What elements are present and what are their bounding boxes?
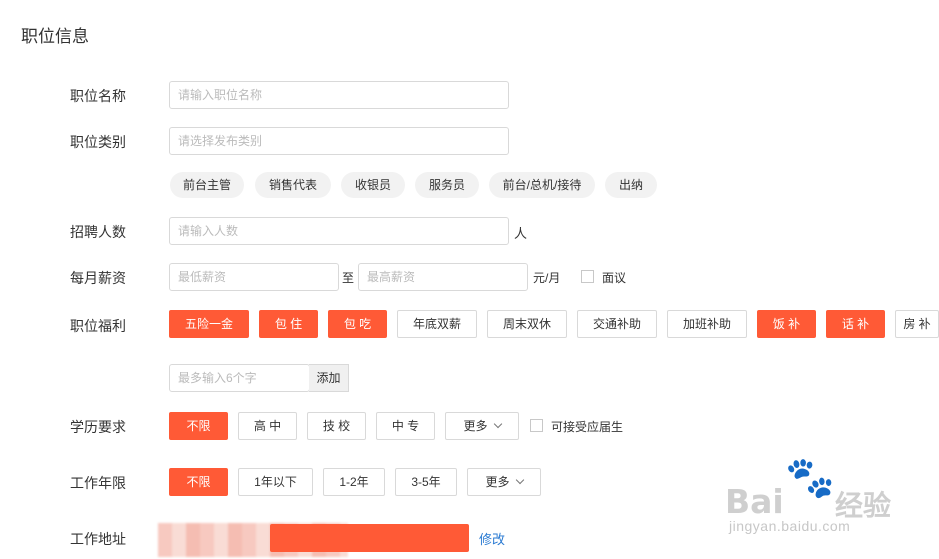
category-suggestion[interactable]: 收银员 bbox=[341, 172, 405, 198]
page-title: 职位信息 bbox=[21, 27, 89, 46]
education-more-label: 更多 bbox=[463, 419, 488, 433]
welfare-tag-weekends-off[interactable]: 周末双休 bbox=[487, 310, 567, 338]
experience-option-3-5[interactable]: 3-5年 bbox=[395, 468, 457, 496]
education-option-vocational[interactable]: 中 专 bbox=[376, 412, 435, 440]
label-address: 工作地址 bbox=[70, 531, 126, 547]
job-name-input[interactable]: 请输入职位名称 bbox=[169, 81, 509, 109]
experience-option-1-2[interactable]: 1-2年 bbox=[323, 468, 385, 496]
welfare-tag-phone-allowance[interactable]: 话 补 bbox=[826, 310, 885, 338]
welfare-tag-meal-allowance[interactable]: 饭 补 bbox=[757, 310, 816, 338]
fresh-grad-label: 可接受应届生 bbox=[551, 420, 624, 434]
education-option-any[interactable]: 不限 bbox=[169, 412, 228, 440]
negotiable-label: 面议 bbox=[602, 271, 627, 285]
label-job-category: 职位类别 bbox=[70, 134, 126, 150]
watermark-url: jingyan.baidu.com bbox=[729, 518, 851, 534]
welfare-tag-transport-allowance[interactable]: 交通补助 bbox=[577, 310, 657, 338]
welfare-tag-overtime-allowance[interactable]: 加班补助 bbox=[667, 310, 747, 338]
paw-logo-icon: 🐾 bbox=[785, 456, 835, 500]
welfare-tag-meals[interactable]: 包 吃 bbox=[328, 310, 387, 338]
salary-unit: 元/月 bbox=[533, 271, 561, 285]
experience-option-under-1[interactable]: 1年以下 bbox=[238, 468, 313, 496]
headcount-input[interactable]: 请输入人数 bbox=[169, 217, 509, 245]
category-suggestion[interactable]: 出纳 bbox=[605, 172, 657, 198]
salary-to-label: 至 bbox=[342, 271, 355, 285]
watermark-brand-left: Bai bbox=[725, 482, 784, 521]
address-value-redacted bbox=[270, 524, 469, 552]
category-suggestion[interactable]: 销售代表 bbox=[255, 172, 331, 198]
add-welfare-button[interactable]: 添加 bbox=[309, 364, 349, 392]
edit-address-link[interactable]: 修改 bbox=[479, 529, 505, 548]
welfare-tag-double-salary[interactable]: 年底双薪 bbox=[397, 310, 477, 338]
baidu-jingyan-watermark: 🐾 Bai 经验 jingyan.baidu.com bbox=[725, 452, 935, 557]
chevron-down-icon bbox=[515, 475, 524, 485]
experience-more-label: 更多 bbox=[485, 475, 510, 489]
welfare-tag-five-insurances[interactable]: 五险一金 bbox=[169, 310, 249, 338]
category-suggestion[interactable]: 前台主管 bbox=[170, 172, 244, 198]
label-experience: 工作年限 bbox=[70, 475, 126, 491]
experience-option-any[interactable]: 不限 bbox=[169, 468, 228, 496]
custom-welfare-input[interactable]: 最多输入6个字 bbox=[169, 364, 310, 392]
label-welfare: 职位福利 bbox=[70, 318, 126, 334]
headcount-unit: 人 bbox=[514, 226, 528, 241]
education-option-highschool[interactable]: 高 中 bbox=[238, 412, 297, 440]
salary-max-input[interactable]: 最高薪资 bbox=[358, 263, 528, 291]
fresh-grad-checkbox[interactable] bbox=[530, 419, 543, 432]
label-headcount: 招聘人数 bbox=[70, 224, 126, 240]
job-category-select[interactable]: 请选择发布类别 bbox=[169, 127, 509, 155]
chevron-down-icon bbox=[493, 419, 502, 429]
welfare-tag-housing[interactable]: 包 住 bbox=[259, 310, 318, 338]
welfare-tag-housing-allowance[interactable]: 房 补 bbox=[895, 310, 939, 338]
category-suggestion[interactable]: 前台/总机/接待 bbox=[489, 172, 595, 198]
salary-min-input[interactable]: 最低薪资 bbox=[169, 263, 339, 291]
negotiable-checkbox[interactable] bbox=[581, 270, 594, 283]
education-option-technical[interactable]: 技 校 bbox=[307, 412, 366, 440]
label-salary: 每月薪资 bbox=[70, 270, 126, 286]
education-more-dropdown[interactable]: 更多 bbox=[445, 412, 519, 440]
watermark-brand-right: 经验 bbox=[835, 490, 892, 521]
experience-more-dropdown[interactable]: 更多 bbox=[467, 468, 541, 496]
label-education: 学历要求 bbox=[70, 419, 126, 435]
label-job-name: 职位名称 bbox=[70, 88, 126, 104]
category-suggestion[interactable]: 服务员 bbox=[415, 172, 479, 198]
